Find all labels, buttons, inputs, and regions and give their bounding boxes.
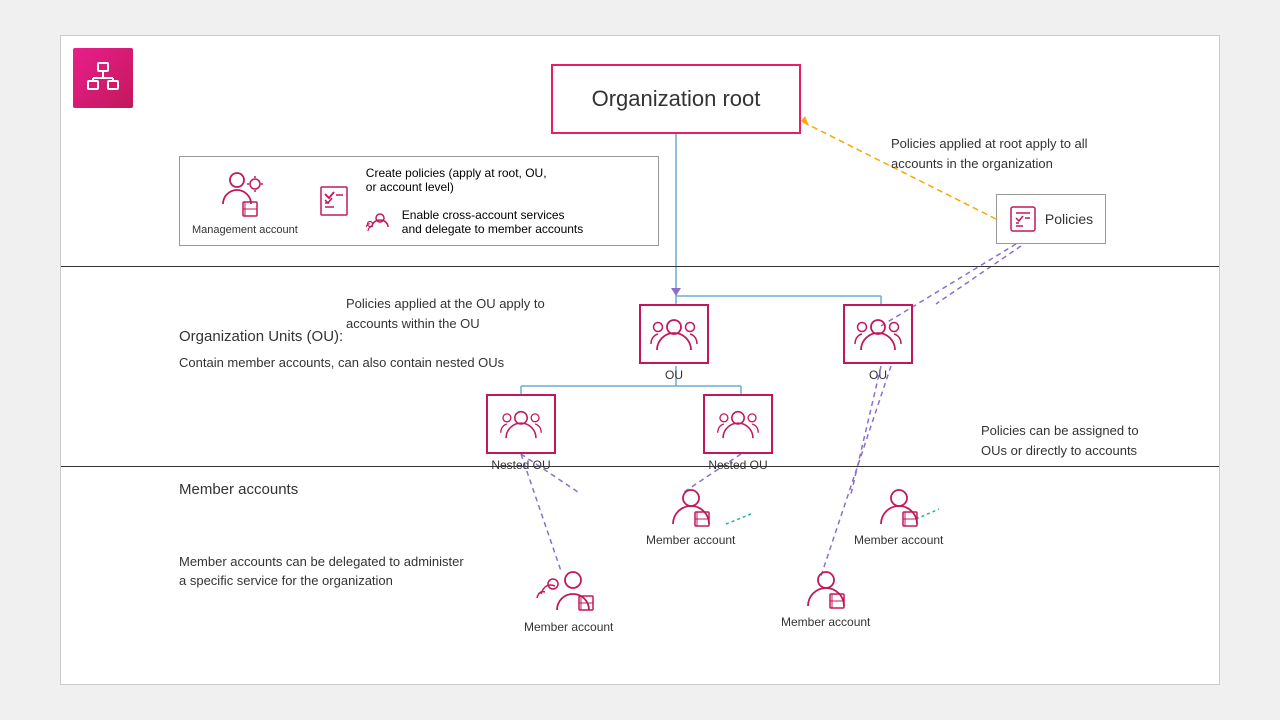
nested-ou1-box (486, 394, 556, 454)
member2-node: Member account (854, 484, 943, 547)
member4-icon (800, 566, 852, 611)
nested-ou1-icon (499, 406, 543, 442)
member2-label: Member account (854, 533, 943, 547)
logo-icon (84, 59, 122, 97)
ou2-icon (853, 314, 903, 354)
org-root-box: Organization root (551, 64, 801, 134)
policies-assign-note: Policies can be assigned toOUs or direct… (981, 421, 1191, 460)
member-section-text: Member accounts Member accounts can be d… (179, 479, 499, 591)
policies-box: Policies (996, 194, 1106, 244)
nested-ou2-label: Nested OU (708, 458, 767, 472)
nested-ou1-label: Nested OU (491, 458, 550, 472)
ou1-label: OU (665, 368, 683, 382)
bullet-1: Create policies (apply at root, OU,or ac… (366, 166, 583, 194)
ou2-label: OU (869, 368, 887, 382)
nested-ou2-node: Nested OU (703, 394, 773, 472)
nested-ou1-node: Nested OU (486, 394, 556, 472)
member3-label: Member account (524, 620, 613, 634)
ou2-node: OU (843, 304, 913, 382)
mgmt-icon-group: Management account (192, 166, 298, 236)
member3-node: Member account (524, 566, 613, 634)
member1-icon (665, 484, 717, 529)
ou-note: Policies applied at the OU apply toaccou… (346, 294, 576, 333)
ou2-box (843, 304, 913, 364)
ou1-icon (649, 314, 699, 354)
policies-note-1: Policies applied at root apply to allacc… (891, 134, 1091, 173)
mgmt-text-block: Create policies (apply at root, OU,or ac… (366, 166, 583, 236)
member4-label: Member account (781, 615, 870, 629)
create-policy-icon-group (312, 186, 348, 216)
policies-icon (1009, 205, 1037, 233)
member4-node: Member account (781, 566, 870, 629)
slide: Organization root Policies applied at ro… (60, 35, 1220, 685)
ou1-node: OU (639, 304, 709, 382)
member1-node: Member account (646, 484, 735, 547)
delegate-icon (366, 211, 396, 233)
ou1-box (639, 304, 709, 364)
mgmt-account-box: Management account Create policies (appl… (179, 156, 659, 246)
checklist-icon (320, 186, 348, 216)
mgmt-account-label: Management account (192, 224, 298, 236)
bullet-2: Enable cross-account servicesand delegat… (402, 208, 583, 236)
member-title: Member accounts (179, 479, 499, 502)
member-desc: Member accounts can be delegated to admi… (179, 552, 499, 591)
nested-ou2-icon (716, 406, 760, 442)
divider-2 (61, 466, 1219, 467)
nested-ou2-box (703, 394, 773, 454)
policies-label: Policies (1045, 211, 1093, 227)
member1-label: Member account (646, 533, 735, 547)
logo-box (73, 48, 133, 108)
divider-1 (61, 266, 1219, 267)
member3-icon (535, 566, 603, 616)
member2-icon (873, 484, 925, 529)
ou-desc: Contain member accounts, can also contai… (179, 353, 504, 373)
mgmt-icon (217, 166, 273, 222)
org-root-label: Organization root (592, 86, 761, 112)
